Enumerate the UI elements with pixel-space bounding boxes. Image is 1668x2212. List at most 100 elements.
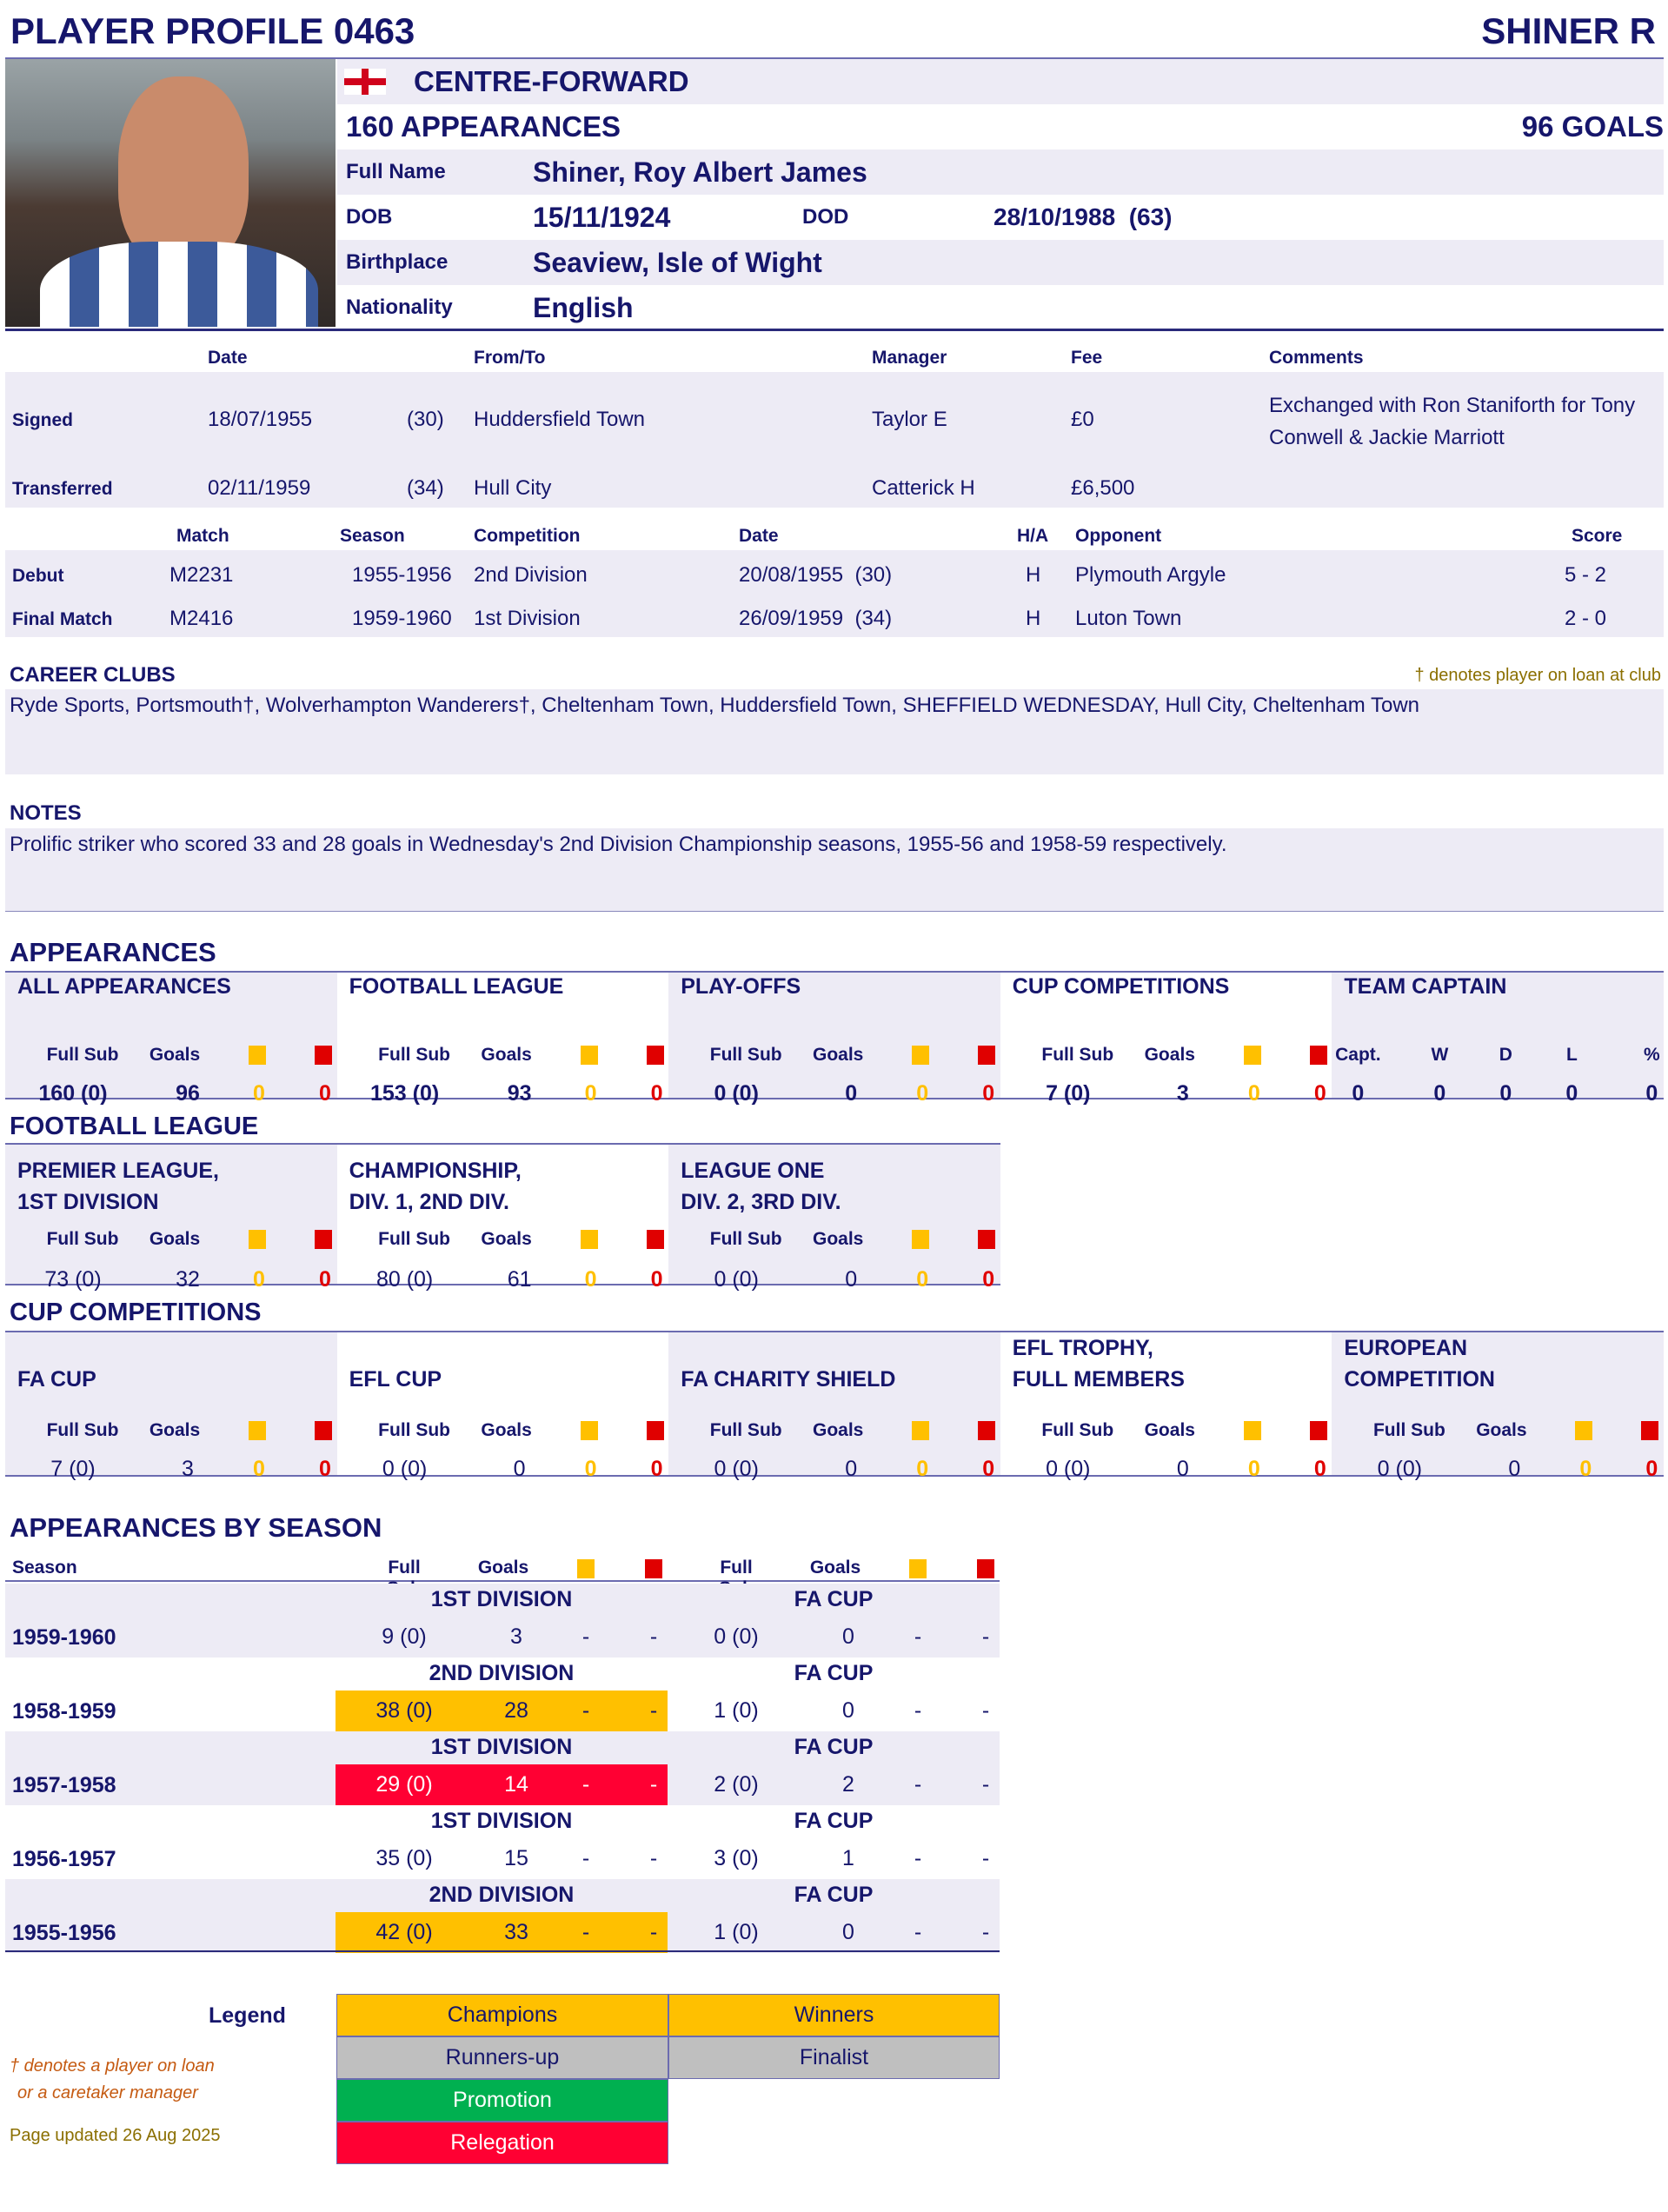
appearances-value: 42 (0) [375, 1920, 433, 1944]
yellow-card-icon [580, 1040, 598, 1070]
cup-competition-name: FA CUP [794, 1809, 874, 1833]
yellow-cards-value: 0 [584, 1081, 597, 1106]
full-name-label: Full Name [346, 160, 446, 183]
transferred-date: 02/11/1959 [208, 476, 311, 500]
full-sub-label: Full Sub [378, 1229, 451, 1249]
col-score: Score [1572, 526, 1623, 546]
full-sub-label: Full Sub [1041, 1045, 1114, 1065]
match-date: 20/08/1955 (30) [739, 563, 893, 587]
stat-block: LEAGUE ONE DIV. 2, 3RD DIV. Full Sub Goals… [668, 1145, 1000, 1292]
stat-header: Full Sub Goals [5, 1225, 337, 1254]
stat-header: Full Sub Goals [1332, 1416, 1664, 1445]
stat-block: EFL TROPHY, FULL MEMBERS Full Sub Goals 0 (… [1000, 1332, 1332, 1481]
appearances-value: 0 (0) [714, 1081, 759, 1106]
col-match: Match [176, 526, 229, 546]
captain-header: Capt. W D L% [1332, 1040, 1664, 1070]
stat-block-title: ALL APPEARANCES [17, 974, 231, 999]
stat-block: FA CHARITY SHIELD Full Sub Goals 0 (0) 0 0 0 [668, 1332, 1000, 1481]
captain-col-value: 0 [1645, 1081, 1658, 1106]
yellow-cards-value: 0 [916, 1081, 929, 1106]
goals-label: Goals [149, 1420, 201, 1440]
full-sub-label: Full Sub [709, 1045, 782, 1065]
col-comments: Comments [1269, 348, 1364, 368]
player-short-name: SHINER R [1481, 10, 1656, 51]
goals-label: Goals [481, 1420, 532, 1440]
appearances-value: 7 (0) [50, 1457, 96, 1481]
goals-value: 3 [182, 1457, 194, 1481]
team-captain-block: TEAM CAPTAIN Capt. W D L% 0 0 0 0 0 [1332, 973, 1664, 1106]
stat-values: 0 (0) 0 0 0 [1000, 1454, 1332, 1484]
captain-col-value: 0 [1352, 1081, 1365, 1106]
career-clubs-title: CAREER CLUBS [10, 663, 176, 687]
league-stats: 35 (0) 15- - [336, 1838, 668, 1879]
captain-col-value: 0 [1433, 1081, 1446, 1106]
stat-values: 7 (0) 3 0 0 [1000, 1079, 1332, 1108]
season-row: 1959-1960 1ST DIVISION 9 (0) 3- - FA CUP 0 (0)… [5, 1584, 1000, 1657]
transferred-fee: £6,500 [1071, 476, 1135, 500]
yellow-card-icon [912, 1040, 930, 1070]
season-label: 1955-1956 [12, 1921, 116, 1945]
yellow-card-icon [580, 1225, 598, 1254]
red-cards-value: 0 [1645, 1457, 1658, 1481]
stat-header: Full Sub Goals [668, 1040, 1000, 1070]
goals-label: Goals [1476, 1420, 1527, 1440]
appearances-value: 0 (0) [1377, 1457, 1423, 1481]
red-card-icon [1309, 1040, 1327, 1070]
red-cards-value: 0 [982, 1267, 995, 1292]
stat-values: 160 (0) 96 0 0 [5, 1079, 337, 1108]
match-ha: H [1026, 563, 1041, 587]
goals-value: 0 [1176, 1457, 1189, 1481]
stat-block: ALL APPEARANCES Full Sub Goals 160 (0) 96 0 0 [5, 973, 337, 1106]
full-sub-label: Full Sub [46, 1420, 119, 1440]
yellow-cards-value: 0 [1579, 1457, 1592, 1481]
stat-block-title: LEAGUE ONE DIV. 2, 3RD DIV. [681, 1159, 841, 1214]
cup-competition-name: FA CUP [794, 1587, 874, 1611]
cup-stats: 1 (0) 0- - [668, 1912, 1000, 1953]
cup-competition-name: FA CUP [794, 1735, 874, 1759]
yellow-cards-value: 0 [916, 1267, 929, 1292]
full-sub-label: Full Sub [378, 1045, 451, 1065]
match-score: 2 - 0 [1565, 607, 1607, 630]
league-competition-name: 2ND DIVISION [429, 1883, 575, 1907]
transferred-manager: Catterick H [872, 476, 975, 500]
red-card-icon [315, 1040, 332, 1070]
total-goals: 96 GOALS [1521, 110, 1664, 143]
yellow-card-icon [1243, 1040, 1261, 1070]
appearances-value: 35 (0) [375, 1846, 433, 1870]
appearances-value: 9 (0) [382, 1624, 427, 1649]
yellow-card-icon [1575, 1416, 1593, 1445]
goals-value: 32 [176, 1267, 200, 1292]
stat-block: FA CUP Full Sub Goals 7 (0) 3 0 0 [5, 1332, 337, 1481]
cup-stats: 2 (0) 2- - [668, 1764, 1000, 1805]
red-cards-value: - [981, 1624, 990, 1649]
stat-block: PLAY-OFFS Full Sub Goals 0 (0) 0 0 0 [668, 973, 1000, 1106]
goals-label: Goals [1144, 1420, 1195, 1440]
yellow-card-icon [577, 1559, 595, 1578]
match-ha: H [1026, 607, 1041, 630]
league-competition-name: 1ST DIVISION [430, 1809, 573, 1833]
red-cards-value: 0 [650, 1081, 663, 1106]
full-sub-label: Full Sub [709, 1229, 782, 1249]
match-season: 1959-1960 [352, 607, 452, 630]
appearances-value: 0 (0) [1046, 1457, 1091, 1481]
yellow-card-icon [909, 1559, 927, 1578]
stat-header: Full Sub Goals [337, 1040, 669, 1070]
match-competition: 2nd Division [474, 563, 588, 587]
yellow-card-icon [1243, 1416, 1261, 1445]
legend-title: Legend [209, 2003, 286, 2028]
league-competition-name: 1ST DIVISION [430, 1587, 573, 1611]
red-card-icon [646, 1225, 664, 1254]
red-cards-value: 0 [650, 1457, 663, 1481]
stat-block: PREMIER LEAGUE, 1ST DIVISION Full Sub Goal… [5, 1145, 337, 1292]
page-updated: Page updated 26 Aug 2025 [10, 2126, 221, 2145]
goals-label: Goals [813, 1420, 864, 1440]
red-card-icon [646, 1416, 664, 1445]
position-row: CENTRE-FORWARD [337, 59, 1664, 104]
notes-title: NOTES [10, 801, 82, 825]
appearances-value: 3 (0) [714, 1846, 759, 1870]
stat-values: 73 (0) 32 0 0 [5, 1265, 337, 1294]
birthplace-label: Birthplace [346, 250, 449, 274]
season-label: 1959-1960 [12, 1625, 116, 1650]
captain-col-label: W [1431, 1045, 1449, 1065]
yellow-card-icon [249, 1040, 266, 1070]
